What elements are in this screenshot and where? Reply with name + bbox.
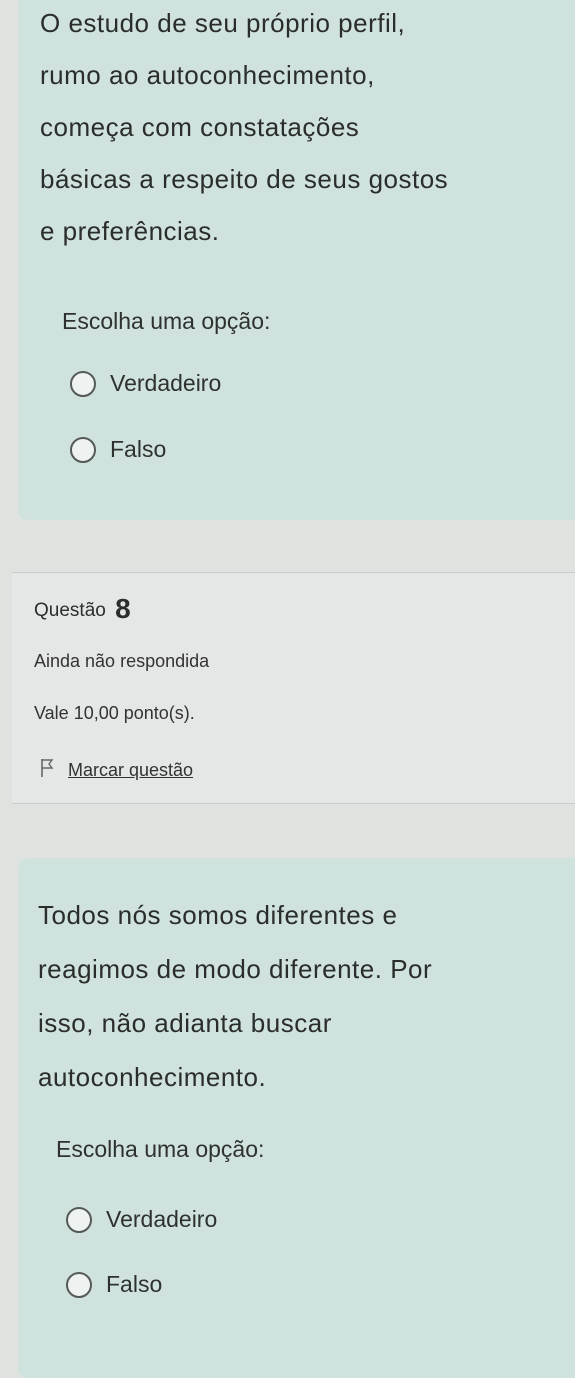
question-text-line: começa com constatações <box>40 112 360 142</box>
radio-button-icon[interactable] <box>70 370 96 397</box>
option-verdadeiro-previous[interactable]: Verdadeiro <box>70 370 221 397</box>
question-text-line: O estudo de seu próprio perfil, <box>40 8 406 38</box>
flag-icon <box>40 758 54 783</box>
question-title: Questão 8 <box>34 593 131 625</box>
option-falso-8[interactable]: Falso <box>66 1271 162 1298</box>
radio-button-icon[interactable] <box>70 436 96 463</box>
option-label: Verdadeiro <box>110 370 222 396</box>
question-text-line: Todos nós somos diferentes e <box>38 900 398 930</box>
option-verdadeiro-8[interactable]: Verdadeiro <box>66 1206 217 1233</box>
option-label: Falso <box>106 1271 163 1297</box>
question-text-previous: O estudo de seu próprio perfil, rumo ao … <box>40 0 560 254</box>
question-text-line: reagimos de modo diferente. Por <box>38 954 433 984</box>
question-text-line: isso, não adianta buscar <box>38 1008 332 1038</box>
question-points: Vale 10,00 ponto(s). <box>34 703 195 723</box>
question-info-panel: Questão 8 Ainda não respondida Vale 10,0… <box>12 572 575 804</box>
flag-question-label: Marcar questão <box>68 760 194 780</box>
option-label: Verdadeiro <box>106 1206 218 1232</box>
option-falso-previous[interactable]: Falso <box>70 436 166 463</box>
question-status: Ainda não respondida <box>34 651 210 671</box>
radio-button-icon[interactable] <box>66 1206 92 1233</box>
question-text-line: e preferências. <box>40 216 220 246</box>
question-text-line: rumo ao autoconhecimento, <box>40 60 375 90</box>
choose-option-prompt: Escolha uma opção: <box>56 1136 265 1162</box>
radio-button-icon[interactable] <box>66 1271 92 1298</box>
question-text-line: básicas a respeito de seus gostos <box>40 164 449 194</box>
choose-option-prompt: Escolha uma opção: <box>62 308 271 334</box>
question-title-label: Questão <box>34 600 106 621</box>
option-label: Falso <box>110 436 167 462</box>
question-text-8: Todos nós somos diferentes e reagimos de… <box>38 888 558 1104</box>
question-text-line: autoconhecimento. <box>38 1062 267 1092</box>
question-number: 8 <box>115 593 131 624</box>
flag-question-link[interactable]: Marcar questão <box>40 758 193 783</box>
